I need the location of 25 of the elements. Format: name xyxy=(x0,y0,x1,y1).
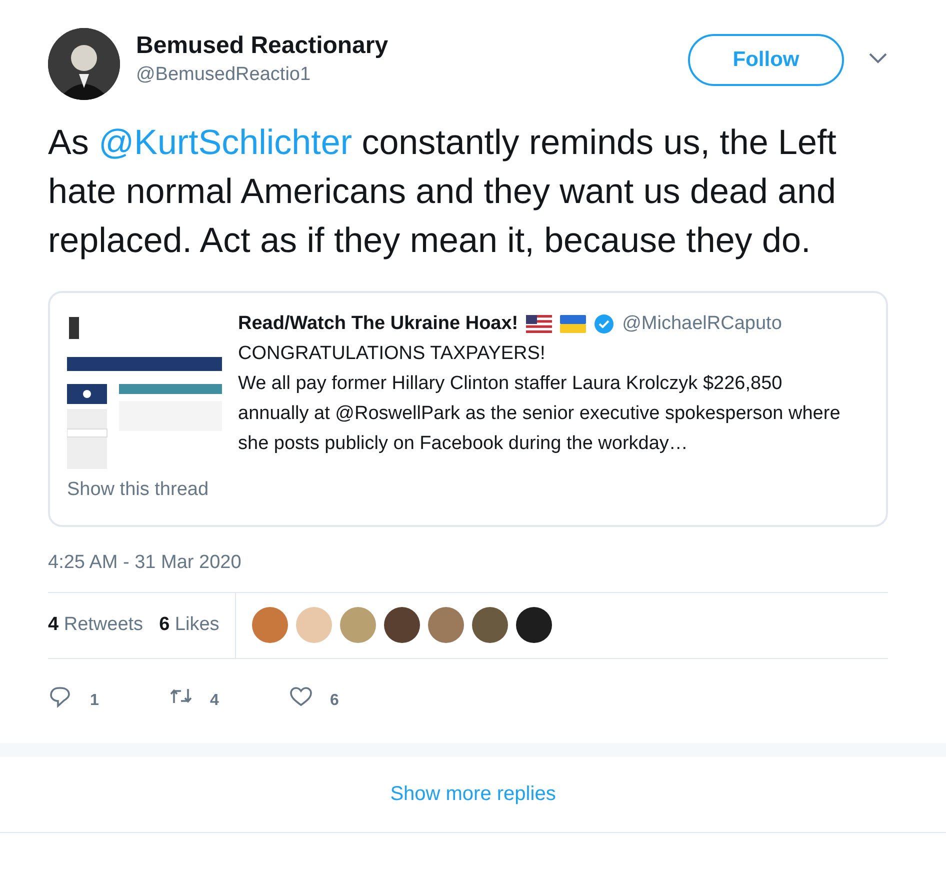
stat-link[interactable]: 4 Retweets xyxy=(48,610,144,640)
follow-button[interactable]: Follow xyxy=(688,34,844,86)
stat-link[interactable]: 6 Likes xyxy=(159,610,220,640)
flag-icon xyxy=(560,315,586,333)
show-thread-link[interactable]: Show this thread xyxy=(67,475,209,505)
action-count: 1 xyxy=(90,690,99,710)
chevron-down-icon[interactable] xyxy=(868,52,888,64)
liker-avatar[interactable] xyxy=(516,607,552,643)
liker-avatar[interactable] xyxy=(472,607,508,643)
quoted-tweet-text: CONGRATULATIONS TAXPAYERS! xyxy=(238,342,546,366)
quoted-tweet-card[interactable] xyxy=(48,291,888,527)
tweet-text: As @KurtSchlichter constantly reminds us, the Left hate normal Americans and they want us dead and replaced. Act as if they mean it, because they do. xyxy=(48,122,838,262)
liker-avatar[interactable] xyxy=(384,607,420,643)
timestamp[interactable]: 4:25 AM - 31 Mar 2020 xyxy=(48,549,888,578)
quoted-tweet-text: We all pay former Hillary Clinton staffer Laura Krolczyk $226,850 annually at @RoswellPark as the senior executive spokesperson where she posts publicly on Facebook during the workday… xyxy=(238,372,842,456)
show-more-replies-link[interactable]: Show more replies xyxy=(390,779,556,809)
action-count: 4 xyxy=(210,690,219,710)
flag-icon xyxy=(526,315,552,333)
action-count: 6 xyxy=(330,690,339,710)
heart-icon[interactable] xyxy=(288,684,314,708)
author-handle[interactable]: @BemusedReactio1 xyxy=(136,60,688,90)
author-name[interactable]: Bemused Reactionary xyxy=(136,32,688,61)
mention-link[interactable]: @KurtSchlichter xyxy=(98,123,352,162)
quoted-author-name: Read/Watch The Ukraine Hoax! xyxy=(238,312,518,336)
quoted-author-handle: @MichaelRCaputo xyxy=(622,312,782,336)
